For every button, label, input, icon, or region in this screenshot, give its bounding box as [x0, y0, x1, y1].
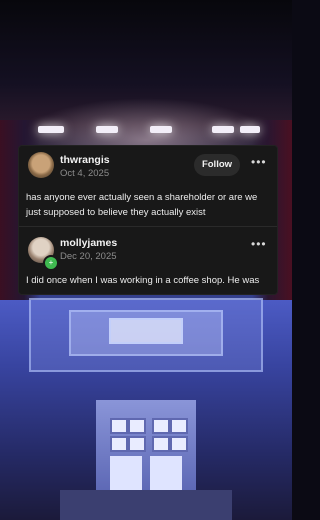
pillar-base [60, 490, 232, 520]
post-date: Oct 4, 2025 [60, 168, 110, 179]
username[interactable]: mollyjames [60, 237, 117, 249]
ceiling-light [212, 126, 234, 133]
ceiling-light [240, 126, 260, 133]
ceiling-light [38, 126, 64, 133]
reply-text: I did once when I was working in a coffe… [26, 275, 260, 286]
plus-badge-icon[interactable]: + [43, 255, 59, 271]
reply-date: Dec 20, 2025 [60, 251, 117, 262]
top-tier [109, 318, 183, 344]
ceiling-light [150, 126, 172, 133]
pillar-window [170, 436, 188, 452]
more-horizontal-icon[interactable]: ••• [251, 237, 267, 251]
follow-button[interactable]: Follow [194, 154, 240, 176]
pillar-window [110, 436, 128, 452]
avatar[interactable] [28, 152, 54, 178]
pillar-window [128, 436, 146, 452]
original-post: thwrangis Oct 4, 2025 Follow ••• has any… [19, 146, 277, 226]
ceiling-light [96, 126, 118, 133]
post-text: has anyone ever actually seen a sharehol… [26, 192, 258, 218]
pillar-window [170, 418, 188, 434]
pillar-window [152, 418, 170, 434]
pillar-window [152, 436, 170, 452]
reply-comment: + mollyjames Dec 20, 2025 ••• I did once… [19, 226, 277, 294]
username[interactable]: thwrangis [60, 154, 110, 166]
pillar-window [110, 418, 128, 434]
pillar-window [128, 418, 146, 434]
more-horizontal-icon[interactable]: ••• [251, 155, 267, 169]
comment-thread-card: thwrangis Oct 4, 2025 Follow ••• has any… [18, 145, 278, 295]
